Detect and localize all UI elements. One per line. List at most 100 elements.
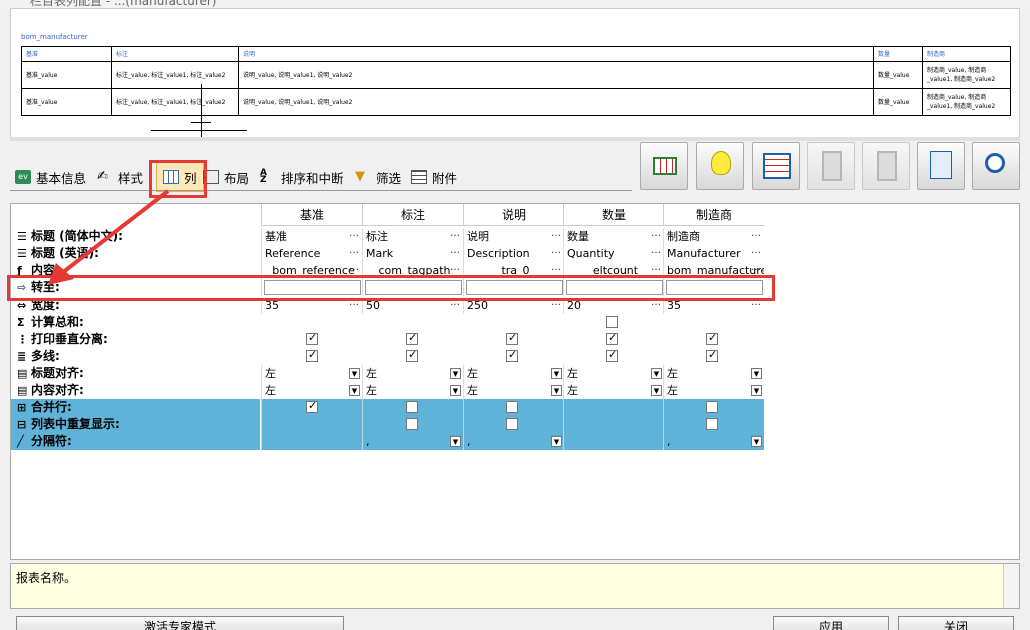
ellipsis-icon[interactable]: …: [751, 245, 761, 259]
dropdown-arrow-icon[interactable]: ▼: [551, 436, 562, 447]
title-en-cell[interactable]: Quantity…: [563, 245, 664, 262]
title-en-cell[interactable]: Description…: [463, 245, 564, 262]
vsep-checkbox[interactable]: [706, 331, 718, 345]
title-cn-cell[interactable]: 标注…: [362, 228, 463, 245]
separator-cell[interactable]: , ▼: [463, 433, 564, 450]
ellipsis-icon[interactable]: …: [751, 262, 761, 276]
ellipsis-icon[interactable]: …: [651, 262, 661, 276]
repeat-checkbox[interactable]: [406, 418, 418, 430]
tab-attachment[interactable]: 附件: [411, 160, 457, 194]
ellipsis-icon[interactable]: …: [551, 228, 561, 242]
title-align-select[interactable]: 左 ▼: [262, 365, 362, 382]
title-cn-cell[interactable]: 说明…: [463, 228, 564, 245]
tips-button[interactable]: [696, 142, 744, 190]
ellipsis-icon[interactable]: …: [551, 245, 561, 259]
content-align-select[interactable]: 左 ▼: [564, 382, 664, 399]
dropdown-arrow-icon[interactable]: ▼: [751, 385, 762, 396]
content-align-select[interactable]: 左 ▼: [464, 382, 564, 399]
dropdown-arrow-icon[interactable]: ▼: [651, 368, 662, 379]
content-align-select[interactable]: 左 ▼: [664, 382, 764, 399]
apply-button[interactable]: 应用: [773, 616, 889, 630]
close-button[interactable]: 关闭: [898, 616, 1014, 630]
repeat-checkbox[interactable]: [706, 418, 718, 430]
merge-checkbox[interactable]: [306, 399, 318, 413]
description-box[interactable]: 报表名称。: [10, 563, 1020, 609]
merge-checkbox[interactable]: [706, 401, 718, 413]
separator-cell[interactable]: [563, 433, 664, 450]
column-header[interactable]: 制造商: [663, 204, 764, 226]
title-cn-cell[interactable]: 制造商…: [663, 228, 764, 245]
title-en-cell[interactable]: Mark…: [362, 245, 463, 262]
repeat-cell[interactable]: [563, 416, 664, 433]
tab-sort[interactable]: AZ 排序和中断: [260, 160, 344, 194]
table-button[interactable]: [640, 142, 688, 190]
separator-cell[interactable]: , ▼: [663, 433, 764, 450]
tab-layout[interactable]: 布局: [203, 160, 249, 194]
separator-cell[interactable]: [261, 433, 362, 450]
dropdown-arrow-icon[interactable]: ▼: [450, 436, 461, 447]
merge-cell[interactable]: [563, 399, 664, 416]
expert-mode-button[interactable]: 激活专家模式: [16, 616, 344, 630]
multiline-checkbox[interactable]: [306, 348, 318, 362]
ellipsis-icon[interactable]: …: [349, 262, 359, 276]
repeat-checkbox[interactable]: [506, 418, 518, 430]
ellipsis-icon[interactable]: …: [450, 228, 460, 242]
dropdown-arrow-icon[interactable]: ▼: [349, 368, 360, 379]
ellipsis-icon[interactable]: …: [651, 228, 661, 242]
title-cn-cell[interactable]: 数量…: [563, 228, 664, 245]
splitter[interactable]: [10, 137, 1020, 141]
content-align-cell[interactable]: 左 ▼: [261, 382, 362, 399]
separator-select[interactable]: , ▼: [464, 433, 564, 450]
delete-column-button[interactable]: [862, 142, 910, 190]
column-header[interactable]: 标注: [362, 204, 463, 226]
column-header[interactable]: 数量: [563, 204, 664, 226]
zoom-button[interactable]: [972, 142, 1020, 190]
content-align-select[interactable]: 左 ▼: [363, 382, 463, 399]
ellipsis-icon[interactable]: …: [450, 245, 460, 259]
column-header[interactable]: 说明: [463, 204, 564, 226]
title-en-cell[interactable]: Reference…: [261, 245, 362, 262]
merge-checkbox[interactable]: [406, 401, 418, 413]
dropdown-arrow-icon[interactable]: ▼: [551, 385, 562, 396]
repeat-cell[interactable]: [261, 416, 362, 433]
title-align-select[interactable]: 左 ▼: [464, 365, 564, 382]
title-align-cell[interactable]: 左 ▼: [261, 365, 362, 382]
merge-checkbox[interactable]: [506, 401, 518, 413]
report-wizard-button[interactable]: [752, 142, 800, 190]
separator-select[interactable]: , ▼: [664, 433, 764, 450]
dropdown-arrow-icon[interactable]: ▼: [651, 385, 662, 396]
preview-button[interactable]: [917, 142, 965, 190]
title-cn-cell[interactable]: 基准…: [261, 228, 362, 245]
sum-checkbox[interactable]: [606, 316, 618, 328]
title-align-cell[interactable]: 左 ▼: [663, 365, 764, 382]
title-align-cell[interactable]: 左 ▼: [362, 365, 463, 382]
description-scrollbar[interactable]: [1003, 564, 1019, 608]
multiline-checkbox[interactable]: [706, 348, 718, 362]
multiline-checkbox[interactable]: [506, 348, 518, 362]
ellipsis-icon[interactable]: …: [349, 245, 359, 259]
content-align-cell[interactable]: 左 ▼: [463, 382, 564, 399]
dropdown-arrow-icon[interactable]: ▼: [349, 385, 360, 396]
vsep-checkbox[interactable]: [506, 331, 518, 345]
content-align-select[interactable]: 左 ▼: [262, 382, 362, 399]
tab-filter[interactable]: ▼ 筛选: [355, 160, 401, 194]
title-align-cell[interactable]: 左 ▼: [563, 365, 664, 382]
vsep-checkbox[interactable]: [406, 331, 418, 345]
dropdown-arrow-icon[interactable]: ▼: [751, 436, 762, 447]
ellipsis-icon[interactable]: …: [551, 262, 561, 276]
title-align-select[interactable]: 左 ▼: [664, 365, 764, 382]
vsep-checkbox[interactable]: [306, 331, 318, 345]
multiline-checkbox[interactable]: [406, 348, 418, 362]
title-en-cell[interactable]: Manufacturer…: [663, 245, 764, 262]
dropdown-arrow-icon[interactable]: ▼: [551, 368, 562, 379]
ellipsis-icon[interactable]: …: [450, 262, 460, 276]
dropdown-arrow-icon[interactable]: ▼: [450, 368, 461, 379]
title-align-select[interactable]: 左 ▼: [363, 365, 463, 382]
multiline-checkbox[interactable]: [606, 348, 618, 362]
separator-select[interactable]: , ▼: [363, 433, 463, 450]
dropdown-arrow-icon[interactable]: ▼: [751, 368, 762, 379]
vsep-checkbox[interactable]: [606, 331, 618, 345]
separator-cell[interactable]: , ▼: [362, 433, 463, 450]
title-align-cell[interactable]: 左 ▼: [463, 365, 564, 382]
dropdown-arrow-icon[interactable]: ▼: [450, 385, 461, 396]
